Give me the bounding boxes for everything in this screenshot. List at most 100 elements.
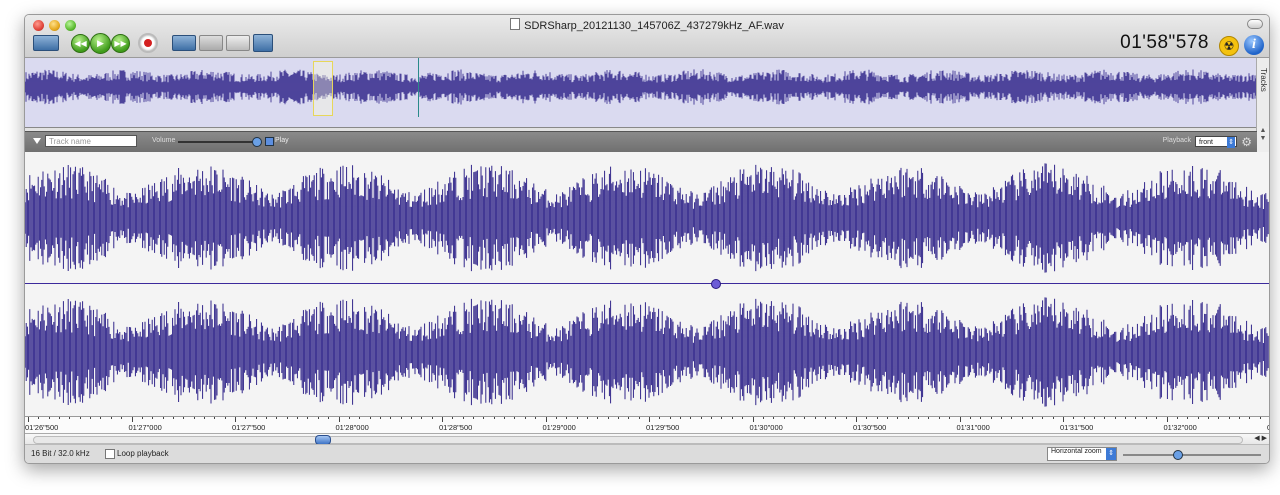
ruler-minor-tick bbox=[617, 417, 619, 419]
radioactive-icon[interactable]: ☢ bbox=[1219, 36, 1239, 56]
ruler-tick-label: 01'28"000 bbox=[335, 423, 369, 432]
window-title-container: SDRSharp_20121130_145706Z_437279kHz_AF.w… bbox=[25, 18, 1269, 32]
toolbar-toggle-button[interactable] bbox=[1247, 19, 1263, 29]
ruler-minor-tick bbox=[576, 417, 578, 419]
scroll-arrows[interactable]: ◀ ▶ bbox=[1254, 434, 1267, 442]
play-label: Play bbox=[275, 137, 289, 144]
ruler-minor-tick bbox=[1207, 417, 1209, 419]
fast-forward-button[interactable]: ▶▶ bbox=[111, 33, 130, 53]
ruler-tick-label: 01'27"000 bbox=[128, 423, 162, 432]
volume-slider-knob[interactable] bbox=[252, 137, 262, 147]
mixer-button[interactable] bbox=[226, 34, 250, 52]
playback-select[interactable]: front bbox=[1195, 136, 1237, 148]
ruler-minor-tick bbox=[1135, 417, 1137, 419]
ruler-minor-tick bbox=[1000, 417, 1002, 419]
split-view-button[interactable] bbox=[253, 34, 273, 52]
ruler-tick bbox=[545, 417, 547, 422]
zoom-slider-knob[interactable] bbox=[1173, 450, 1183, 460]
disclosure-triangle-icon[interactable] bbox=[33, 138, 41, 144]
ruler-minor-tick bbox=[90, 417, 92, 419]
ruler-tick-label: 01'27"500 bbox=[232, 423, 266, 432]
ruler-minor-tick bbox=[483, 417, 485, 419]
ruler-tick bbox=[856, 417, 857, 422]
ruler-tick-label: 01'29"500 bbox=[646, 423, 680, 432]
ruler-minor-tick bbox=[172, 417, 174, 419]
playback-label: Playback bbox=[1162, 137, 1191, 144]
time-ruler[interactable]: 01'26"500 01'27"000 01'27"500 01'28"000 01'2… bbox=[25, 416, 1269, 434]
ruler-minor-tick bbox=[1042, 417, 1044, 419]
remove-track-icon bbox=[199, 35, 223, 51]
info-icon[interactable]: i bbox=[1244, 35, 1264, 55]
ruler-minor-tick bbox=[59, 417, 61, 419]
ruler-minor-tick bbox=[669, 417, 671, 419]
ruler-minor-tick bbox=[586, 417, 588, 419]
status-bar: 16 Bit / 32.0 kHz Loop playback Horizont… bbox=[25, 444, 1269, 463]
ruler-minor-tick bbox=[69, 417, 71, 419]
balance-handle[interactable] bbox=[711, 279, 721, 289]
ruler-tick bbox=[28, 417, 29, 422]
ruler-minor-tick bbox=[431, 417, 433, 419]
tracks-tab-label: Tracks bbox=[1259, 68, 1268, 92]
audio-format-label: 16 Bit / 32.0 kHz bbox=[31, 449, 90, 458]
fast-forward-icon: ▶▶ bbox=[111, 33, 130, 53]
time-display: 01'58"578 bbox=[1120, 32, 1209, 53]
add-track-button[interactable] bbox=[172, 34, 196, 52]
ruler-minor-tick bbox=[1083, 417, 1085, 419]
ruler-tick bbox=[649, 417, 650, 422]
ruler-minor-tick bbox=[328, 417, 330, 419]
zoom-mode-select[interactable]: Horizontal zoom bbox=[1047, 447, 1117, 461]
ruler-tick-label: 01'26"500 bbox=[25, 423, 59, 432]
ruler-minor-tick bbox=[731, 417, 733, 419]
overview-waveform[interactable] bbox=[25, 58, 1257, 128]
ruler-minor-tick bbox=[152, 417, 154, 419]
rewind-icon: ◀◀ bbox=[71, 33, 90, 53]
ruler-minor-tick bbox=[845, 417, 847, 419]
ruler-minor-tick bbox=[783, 417, 785, 419]
waveform-path bbox=[25, 163, 1269, 273]
ruler-minor-tick bbox=[255, 417, 257, 419]
ruler-minor-tick bbox=[793, 417, 795, 419]
ruler-tick bbox=[442, 417, 443, 422]
track-header: Track name Volume Play Playback front ⚙ bbox=[25, 131, 1257, 153]
record-button[interactable] bbox=[138, 33, 158, 53]
remove-track-button[interactable] bbox=[199, 34, 223, 52]
ruler-minor-tick bbox=[1145, 417, 1147, 419]
ruler-tick-label: 01 bbox=[1267, 423, 1269, 432]
volume-label: Volume bbox=[152, 137, 176, 144]
ruler-tick-label: 01'30"500 bbox=[853, 423, 887, 432]
track-waveform[interactable] bbox=[25, 152, 1269, 416]
gear-icon[interactable]: ⚙ bbox=[1241, 135, 1252, 149]
ruler-minor-tick bbox=[918, 417, 920, 419]
ruler-minor-tick bbox=[690, 417, 692, 419]
overview-selection-box[interactable] bbox=[313, 61, 333, 116]
ruler-minor-tick bbox=[804, 417, 806, 419]
tracks-drawer-tab[interactable]: Tracks bbox=[1256, 58, 1269, 127]
play-button[interactable]: ▶ bbox=[90, 32, 111, 54]
ruler-minor-tick bbox=[369, 417, 371, 419]
overview-playhead[interactable] bbox=[418, 58, 419, 117]
ruler-tick bbox=[131, 417, 133, 422]
ruler-minor-tick bbox=[203, 417, 205, 419]
vertical-scroll-arrows[interactable]: ▲ ▼ bbox=[1256, 127, 1269, 153]
ruler-minor-tick bbox=[307, 417, 309, 419]
zoom-slider[interactable] bbox=[1123, 454, 1261, 456]
document-icon bbox=[510, 18, 521, 30]
track-view-button[interactable] bbox=[33, 34, 59, 52]
volume-slider[interactable] bbox=[178, 141, 258, 143]
play-checkbox[interactable] bbox=[265, 137, 274, 146]
ruler-minor-tick bbox=[938, 417, 940, 419]
balance-line[interactable] bbox=[25, 283, 1269, 284]
ruler-minor-tick bbox=[1073, 417, 1075, 419]
rewind-button[interactable]: ◀◀ bbox=[71, 33, 90, 53]
ruler-minor-tick bbox=[38, 417, 40, 419]
ruler-minor-tick bbox=[1156, 417, 1158, 419]
waveform-path bbox=[25, 297, 1269, 407]
scrollbar-track[interactable] bbox=[33, 436, 1243, 444]
ruler-minor-tick bbox=[1238, 417, 1240, 419]
ruler-minor-tick bbox=[1052, 417, 1054, 419]
loop-playback-checkbox[interactable] bbox=[105, 449, 115, 459]
ruler-minor-tick bbox=[659, 417, 661, 419]
ruler-minor-tick bbox=[79, 417, 81, 419]
track-name-input[interactable]: Track name bbox=[45, 135, 137, 147]
ruler-minor-tick bbox=[121, 417, 123, 419]
